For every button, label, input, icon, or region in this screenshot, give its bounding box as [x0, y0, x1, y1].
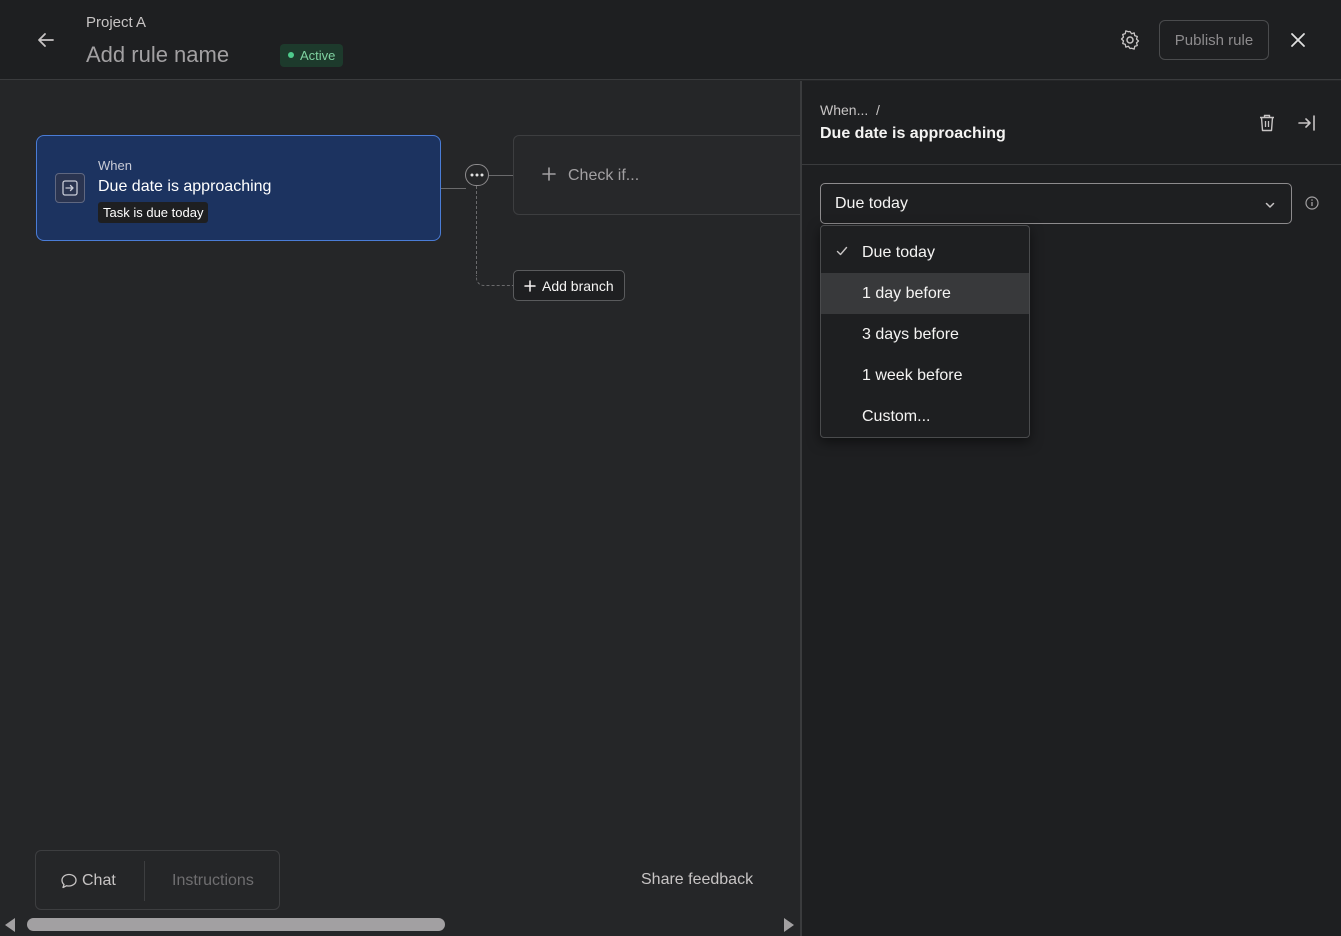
option-due-today[interactable]: Due today: [821, 232, 1029, 273]
trigger-entry-icon: [55, 173, 85, 203]
info-icon[interactable]: [1304, 195, 1320, 211]
option-label: Custom...: [862, 408, 931, 425]
panel-divider: [802, 164, 1341, 165]
trigger-settings-panel: When... / Due date is approaching Due to…: [800, 81, 1341, 936]
option-label: 1 day before: [862, 285, 951, 302]
gear-icon[interactable]: [1117, 27, 1143, 53]
branch-connector: [476, 275, 513, 286]
check-if-card[interactable]: Check if...: [513, 135, 800, 215]
tab-chat[interactable]: Chat: [60, 872, 116, 890]
close-icon[interactable]: [1285, 27, 1311, 53]
due-date-select[interactable]: Due today: [820, 183, 1292, 224]
plus-icon: [524, 279, 536, 292]
chat-bubble-icon: [61, 873, 77, 889]
option-custom[interactable]: Custom...: [821, 396, 1029, 437]
scroll-thumb[interactable]: [27, 918, 445, 931]
more-options-icon[interactable]: [465, 164, 489, 186]
option-1-day-before[interactable]: 1 day before: [821, 273, 1029, 314]
bottom-tabs: Chat Instructions: [35, 850, 280, 910]
connector-line: [489, 175, 513, 176]
trigger-label: When: [98, 158, 132, 173]
rule-name-field[interactable]: Add rule name: [86, 42, 229, 68]
trash-icon[interactable]: [1256, 112, 1278, 134]
option-label: 3 days before: [862, 326, 959, 343]
trigger-title: Due date is approaching: [98, 178, 272, 195]
check-if-label: Check if...: [568, 167, 640, 184]
select-value: Due today: [835, 195, 908, 212]
connector-line: [441, 188, 466, 189]
option-3-days-before[interactable]: 3 days before: [821, 314, 1029, 355]
add-branch-button[interactable]: Add branch: [513, 270, 625, 301]
option-label: Due today: [862, 244, 935, 261]
tab-instructions[interactable]: Instructions: [172, 872, 254, 890]
add-branch-label: Add branch: [542, 277, 614, 294]
project-name[interactable]: Project A: [86, 14, 146, 31]
rule-canvas[interactable]: When Due date is approaching Task is due…: [0, 81, 800, 936]
checkmark-icon: [836, 232, 848, 273]
due-date-dropdown-menu: Due today 1 day before 3 days before 1 w…: [820, 225, 1030, 438]
scroll-right-arrow-icon[interactable]: [784, 918, 794, 932]
trigger-card[interactable]: When Due date is approaching Task is due…: [36, 135, 441, 241]
collapse-panel-icon[interactable]: [1296, 112, 1318, 134]
publish-rule-button[interactable]: Publish rule: [1159, 20, 1269, 60]
option-label: 1 week before: [862, 367, 963, 384]
panel-title: Due date is approaching: [820, 125, 1006, 142]
branch-connector: [476, 186, 477, 274]
share-feedback-link[interactable]: Share feedback: [641, 871, 753, 889]
chevron-down-icon: [1264, 198, 1276, 216]
tab-divider: [144, 861, 145, 901]
top-bar: Project A Add rule name Active Publish r…: [0, 0, 1341, 80]
plus-icon: [542, 165, 556, 185]
scroll-left-arrow-icon[interactable]: [5, 918, 15, 932]
status-badge: Active: [280, 44, 344, 67]
option-1-week-before[interactable]: 1 week before: [821, 355, 1029, 396]
breadcrumb[interactable]: When... /: [820, 102, 880, 118]
trigger-condition-chip: Task is due today: [98, 202, 209, 223]
horizontal-scrollbar[interactable]: [0, 913, 800, 936]
tab-chat-label: Chat: [82, 872, 116, 889]
back-arrow-icon[interactable]: [34, 28, 58, 52]
